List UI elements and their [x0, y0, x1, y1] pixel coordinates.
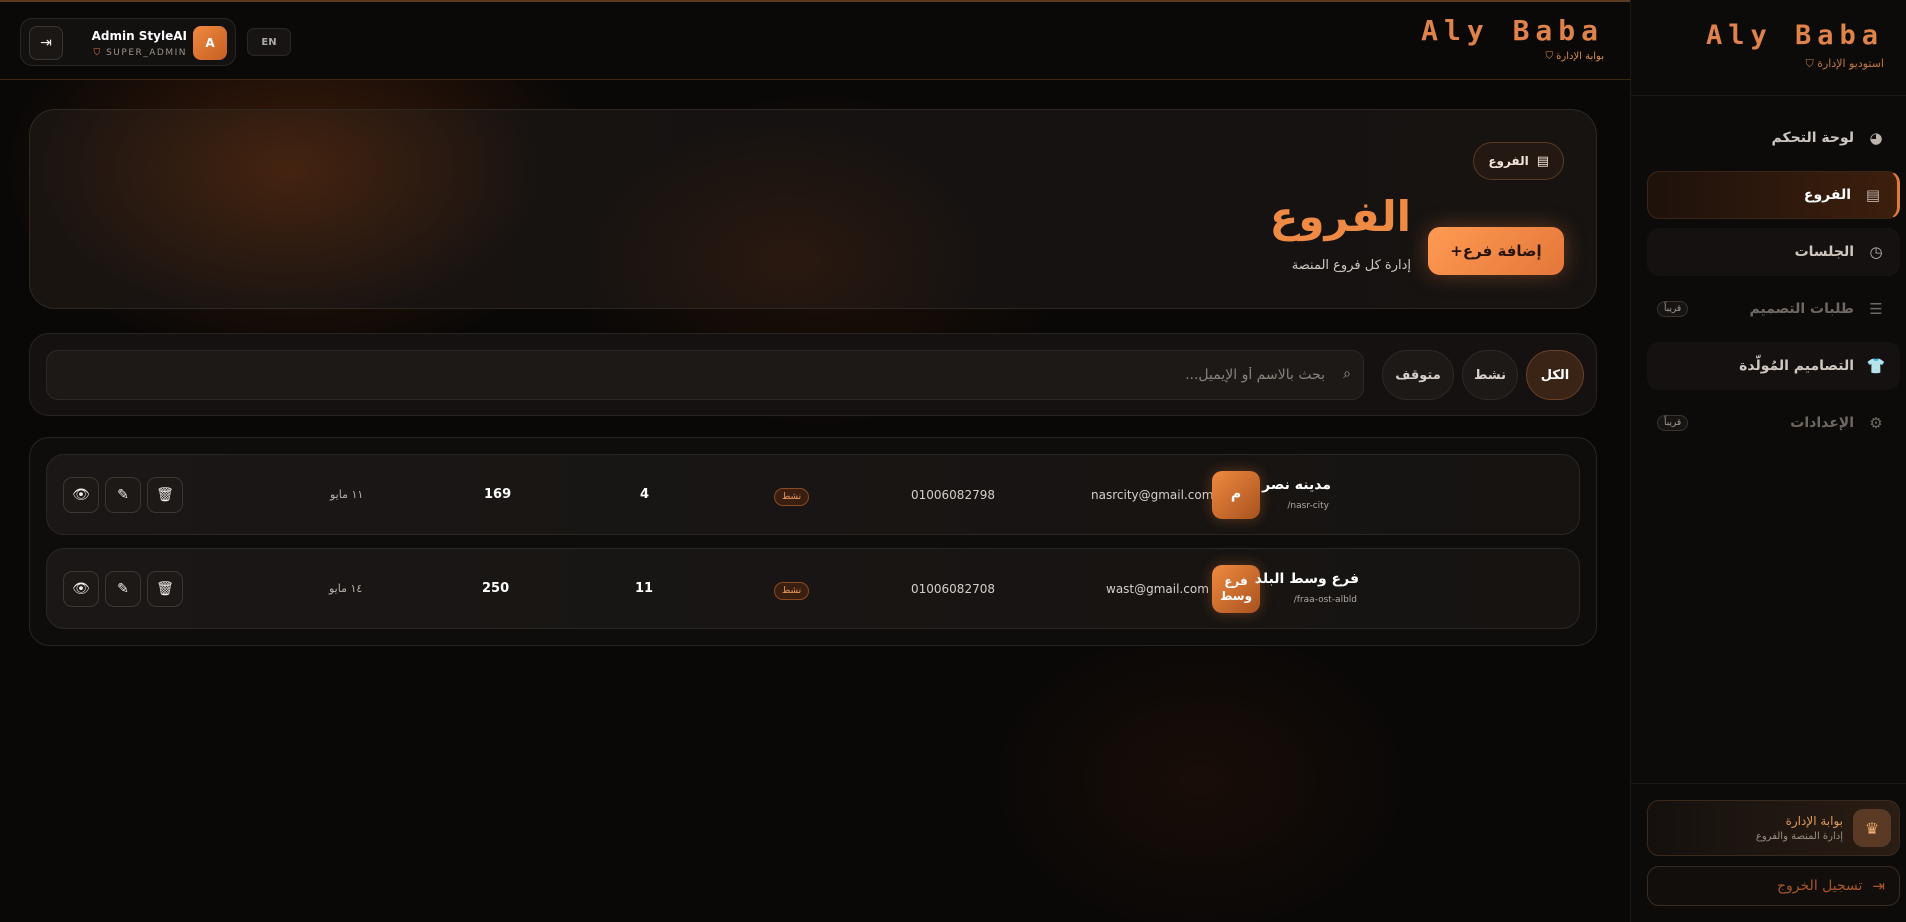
branch-name: مدينه نصر: [1262, 477, 1331, 493]
filter-tab-stopped[interactable]: متوقف: [1382, 350, 1454, 400]
branch-count-a: 11: [635, 581, 654, 596]
page-title: الفروع: [1269, 192, 1411, 241]
sidebar-subtitle: ⛉ استوديو الإدارة: [1805, 57, 1884, 70]
view-button[interactable]: 👁: [63, 571, 99, 607]
created-date: ١٤ مايو: [329, 582, 363, 595]
pencil-icon: ✎: [117, 581, 129, 597]
shield-icon: ⛉: [1545, 51, 1553, 62]
pie-chart-icon: ◕: [1869, 129, 1883, 147]
crown-icon: ♛: [1853, 809, 1891, 847]
admin-portal-card[interactable]: ♛ بوابة الإدارة إدارة المنصة والفروع: [1647, 800, 1900, 856]
filter-bar: ⌕ متوقف نشط الكل: [29, 333, 1597, 416]
edit-button[interactable]: ✎: [105, 571, 141, 607]
shield-icon: ⛉: [1805, 57, 1814, 70]
user-menu: ⇥ Admin StyleAI ⛉ SUPER_ADMIN A: [20, 18, 236, 66]
branch-count-a: 4: [640, 487, 650, 502]
sidebar-item-design-requests[interactable]: ☰ طلبات التصميم قريباً: [1647, 285, 1900, 333]
clock-icon: ◷: [1869, 243, 1883, 261]
eye-icon: 👁: [72, 581, 90, 597]
table-row[interactable]: 👁 ✎ 🗑 ١١ مايو 169 4 نشط 01006082798 nasr…: [46, 454, 1580, 535]
sidebar-item-dashboard[interactable]: ◕ لوحة التحكم: [1647, 114, 1900, 162]
store-icon: ▤: [1865, 186, 1881, 204]
edit-button[interactable]: ✎: [105, 477, 141, 513]
language-toggle-button[interactable]: EN: [247, 28, 291, 56]
sidebar-item-label: الإعدادات: [1790, 415, 1854, 431]
trash-icon: 🗑: [156, 581, 174, 597]
branch-slug: /fraa-ost-albld: [1293, 595, 1357, 605]
search-input[interactable]: [47, 351, 1363, 399]
branch-phone: 01006082798: [911, 487, 995, 502]
sidebar-item-label: لوحة التحكم: [1771, 130, 1854, 146]
topbar: ⇥ Admin StyleAI ⛉ SUPER_ADMIN A EN Aly B…: [0, 0, 1630, 80]
user-name: Admin StyleAI: [91, 29, 187, 43]
brand-logo-text: Aly Baba: [1421, 14, 1604, 47]
sidebar-logo: Aly Baba ⛉ استوديو الإدارة: [1631, 0, 1906, 96]
sidebar-item-label: الجلسات: [1794, 244, 1854, 260]
page-header-card: ▤ الفروع الفروع إدارة كل فروع المنصة +إض…: [29, 109, 1597, 309]
trash-icon: 🗑: [156, 487, 174, 503]
breadcrumb[interactable]: ▤ الفروع: [1473, 142, 1564, 180]
brand-subtitle: ⛉ بوابة الإدارة: [1545, 51, 1604, 62]
filter-tab-active[interactable]: نشط: [1462, 350, 1518, 400]
table-row[interactable]: 👁 ✎ 🗑 ١٤ مايو 250 11 نشط 01006082708 was…: [46, 548, 1580, 629]
user-role: ⛉ SUPER_ADMIN: [93, 48, 187, 58]
sidebar-brand: Aly Baba: [1705, 20, 1884, 51]
portal-text: بوابة الإدارة إدارة المنصة والفروع: [1756, 814, 1843, 842]
portal-subtitle: إدارة المنصة والفروع: [1755, 831, 1843, 842]
status-badge: نشط: [774, 488, 810, 506]
breadcrumb-label: الفروع: [1488, 154, 1529, 168]
add-branch-button[interactable]: +إضافة فرع: [1428, 227, 1564, 275]
tshirt-icon: 👕: [1866, 357, 1886, 375]
logout-icon: ⇥: [1872, 877, 1885, 895]
branch-avatar: م: [1212, 471, 1260, 519]
search-icon: ⌕: [1343, 366, 1351, 382]
logout-icon-button[interactable]: ⇥: [29, 26, 63, 60]
coming-soon-badge: قريباً: [1657, 301, 1689, 317]
sidebar-footer: ♛ بوابة الإدارة إدارة المنصة والفروع ⇥ ت…: [1631, 783, 1906, 922]
branch-count-b: 169: [484, 487, 512, 502]
branch-phone: 01006082708: [911, 581, 995, 596]
shield-icon: ⛉: [93, 48, 102, 58]
sidebar-item-label: الفروع: [1803, 187, 1851, 203]
branch-name: فرع وسط البلد: [1254, 571, 1359, 587]
delete-button[interactable]: 🗑: [147, 477, 183, 513]
created-date: ١١ مايو: [330, 488, 364, 501]
sidebar-item-sessions[interactable]: ◷ الجلسات: [1647, 228, 1900, 276]
filter-tab-all[interactable]: الكل: [1526, 350, 1584, 400]
branches-table: 👁 ✎ 🗑 ١١ مايو 169 4 نشط 01006082798 nasr…: [29, 437, 1597, 646]
sidebar-item-generated-designs[interactable]: 👕 التصاميم المُولّدة: [1647, 342, 1900, 390]
sidebar-item-branches[interactable]: ▤ الفروع: [1647, 171, 1900, 219]
status-badge: نشط: [774, 582, 810, 600]
logout-label: تسجيل الخروج: [1777, 878, 1863, 894]
checklist-icon: ☰: [1869, 300, 1883, 318]
coming-soon-badge: قريباً: [1657, 415, 1689, 431]
header-brand: Aly Baba ⛉ بوابة الإدارة: [1421, 14, 1604, 62]
portal-title: بوابة الإدارة: [1785, 814, 1843, 828]
branch-email: wast@gmail.com: [1106, 581, 1209, 596]
sidebar-nav: ◕ لوحة التحكم ▤ الفروع ◷ الجلسات ☰ طلبات…: [1631, 96, 1906, 447]
search-field: ⌕: [46, 350, 1364, 400]
page-subtitle: إدارة كل فروع المنصة: [1291, 258, 1411, 273]
sidebar-logout-button[interactable]: ⇥ تسجيل الخروج: [1647, 866, 1900, 906]
sidebar-item-settings[interactable]: ⚙ الإعدادات قريباً: [1647, 399, 1900, 447]
branch-count-b: 250: [482, 581, 510, 596]
sidebar-item-label: التصاميم المُولّدة: [1739, 358, 1854, 374]
branch-email: nasrcity@gmail.com: [1091, 487, 1214, 502]
branch-slug: /nasr-city: [1287, 501, 1329, 511]
pencil-icon: ✎: [117, 487, 129, 503]
gear-icon: ⚙: [1869, 414, 1883, 432]
eye-icon: 👁: [72, 487, 90, 503]
delete-button[interactable]: 🗑: [147, 571, 183, 607]
sidebar-item-label: طلبات التصميم: [1749, 301, 1854, 317]
avatar[interactable]: A: [193, 26, 227, 60]
view-button[interactable]: 👁: [63, 477, 99, 513]
branch-avatar: فرع وسط: [1212, 565, 1260, 613]
store-icon: ▤: [1536, 153, 1549, 169]
sidebar: Aly Baba ⛉ استوديو الإدارة ◕ لوحة التحكم…: [1630, 0, 1906, 922]
